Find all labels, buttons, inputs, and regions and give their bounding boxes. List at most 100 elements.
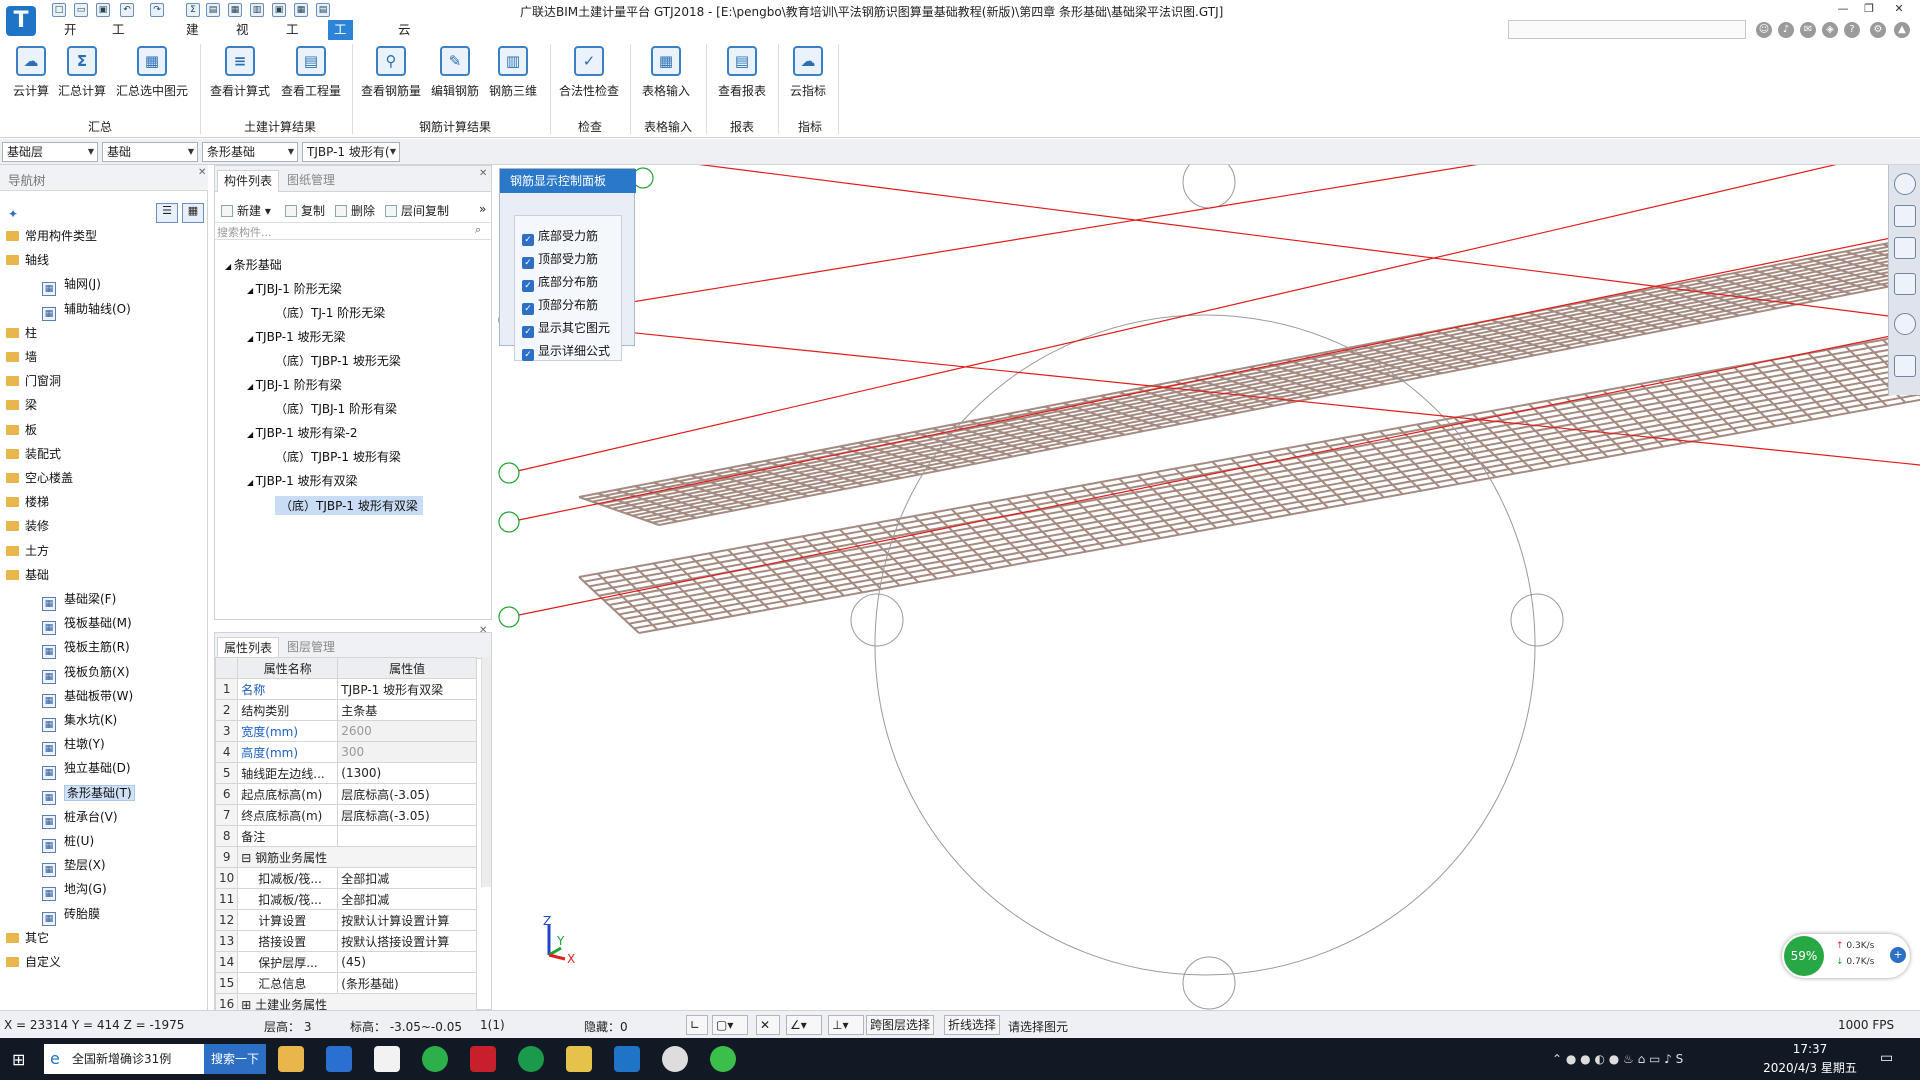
close-icon[interactable]: ✕ (479, 168, 487, 179)
tab-view[interactable]: 视图 (230, 20, 255, 57)
expand-icon[interactable]: ◢ (247, 334, 256, 343)
nav-item[interactable]: ▦ 独立基础(D) (42, 759, 131, 781)
nav-item[interactable]: 楼梯 (6, 493, 49, 510)
delete-button[interactable]: 删除 (335, 202, 375, 219)
nav-item[interactable]: 装修 (6, 517, 49, 534)
table-row[interactable]: 8 备注 (214, 825, 477, 847)
nav-item[interactable]: 常用构件类型 (6, 227, 97, 244)
component-select[interactable]: TJBP-1 坡形有(▼ (302, 142, 400, 162)
nav-item[interactable]: 装配式 (6, 445, 61, 462)
sparkle-icon[interactable]: ✦ (8, 207, 18, 221)
sum-quick-icon[interactable]: Σ (186, 3, 200, 17)
nav-item[interactable]: 土方 (6, 542, 49, 559)
copy-between-floors-button[interactable]: 层间复制 (385, 202, 449, 219)
tab-cloud[interactable]: 云应用 (392, 20, 417, 77)
ortho-icon[interactable]: ∟ (686, 1015, 708, 1035)
search-input[interactable] (1508, 20, 1746, 39)
tab-drawing-manage[interactable]: 图纸管理 (281, 170, 341, 192)
orbit-icon[interactable] (1894, 173, 1916, 195)
component-tree-item[interactable]: （底）TJBP-1 坡形有双梁 (275, 496, 423, 515)
cancel-icon[interactable]: ✕ (756, 1015, 780, 1035)
cross-layer-select-button[interactable]: 跨图层选择 (866, 1015, 935, 1035)
word-icon[interactable] (326, 1046, 352, 1072)
green-app-icon[interactable] (710, 1046, 736, 1072)
nav-item[interactable]: ▦ 基础板带(W) (42, 687, 133, 708)
undo-icon[interactable]: ↶ (120, 3, 134, 17)
tab-start[interactable]: 开始 (58, 20, 83, 57)
component-tree-item[interactable]: ◢ TJBJ-1 阶形有梁 (247, 376, 342, 393)
view-report-button[interactable]: ▤ 查看报表 (712, 44, 772, 104)
grid-quick-icon[interactable]: ▦ (228, 3, 242, 17)
redo-icon[interactable]: ↷ (150, 3, 164, 17)
app-logo[interactable]: T (6, 6, 36, 36)
expand-icon[interactable]: ◢ (247, 382, 256, 391)
browser-search-box[interactable]: e 全国新增确诊31例 (44, 1044, 204, 1074)
cube-icon[interactable] (1894, 273, 1916, 295)
nav-item[interactable]: 基础 (6, 566, 49, 583)
polyline-select-button[interactable]: 折线选择 (944, 1015, 1001, 1035)
settings-icon[interactable]: ⚙ (1870, 22, 1886, 38)
nav-item[interactable]: ▦ 集水坑(K) (42, 711, 117, 732)
tool-icon[interactable] (566, 1046, 592, 1072)
nav-item[interactable]: ▦ 条形基础(T) (42, 784, 135, 805)
table-row[interactable]: 2 结构类别 主条基 (214, 699, 477, 721)
3d-viewport[interactable]: Z Y X (497, 165, 1920, 1010)
nav-item[interactable]: 门窗洞 (6, 372, 61, 389)
cloud-calc-button[interactable]: ☁ 云计算 (8, 44, 54, 104)
table-row[interactable]: 6 起点底标高(m) 层底标高(-3.05) (214, 783, 477, 805)
rebar-panel-title[interactable]: 钢筋显示控制面板 (500, 169, 636, 193)
expand-icon[interactable]: ◢ (247, 478, 256, 487)
plus-icon[interactable]: + (1890, 947, 1906, 963)
nav-item[interactable]: ▦ 垫层(X) (42, 856, 106, 878)
component-tree-item[interactable]: ◢ TJBJ-1 阶形无梁 (247, 280, 342, 297)
nav-item[interactable]: 自定义 (6, 953, 61, 970)
angle-icon[interactable]: ∠▾ (786, 1015, 822, 1035)
layers-icon[interactable] (1894, 355, 1916, 377)
nav-item[interactable]: 梁 (6, 396, 37, 413)
nav-item[interactable]: ▦ 筏板基础(M) (42, 614, 132, 636)
top-main-rebar-checkbox[interactable]: ✓ 顶部受力筋 (522, 250, 598, 269)
close-icon[interactable]: ✕ (198, 167, 206, 178)
tab-properties[interactable]: 属性列表 (217, 637, 280, 659)
offset-icon[interactable]: ⊥▾ (828, 1015, 864, 1035)
file-explorer-icon[interactable] (278, 1046, 304, 1072)
show-formula-checkbox[interactable]: ✓ 显示详细公式 (522, 342, 610, 361)
new-file-icon[interactable]: □ (52, 3, 66, 17)
nav-item[interactable]: 空心楼盖 (6, 469, 73, 486)
table-row[interactable]: 3 宽度(mm) 2600 (214, 720, 477, 742)
grid-view-icon[interactable]: ▦ (182, 203, 204, 223)
gtj-app-icon[interactable] (614, 1046, 640, 1072)
windows-start-icon[interactable]: ⊞ (12, 1050, 25, 1069)
bars-quick-icon[interactable]: ▤ (316, 3, 330, 17)
rebar-3d-button[interactable]: ▥ 钢筋三维 (486, 44, 540, 104)
table-input-button[interactable]: ▦ 表格输入 (636, 44, 696, 104)
top-dist-rebar-checkbox[interactable]: ✓ 顶部分布筋 (522, 296, 598, 315)
system-tray[interactable]: ⌃ ● ● ◐ ● ♨ ⌂ ▭ ♪ S (1552, 1052, 1683, 1066)
nav-item[interactable]: ▦ 筏板负筋(X) (42, 663, 130, 684)
table-row[interactable]: 9 ⊟ 钢筋业务属性 (214, 846, 477, 868)
table-row[interactable]: 10 扣减板/筏... 全部扣减 (214, 867, 477, 889)
close-icon[interactable]: ✕ (479, 625, 487, 636)
expand-icon[interactable]: ◢ (225, 262, 234, 271)
tab-project-settings[interactable]: 工程设置 (106, 20, 131, 97)
tab-component-list[interactable]: 构件列表 (217, 170, 280, 192)
nav-item[interactable]: ▦ 桩承台(V) (42, 808, 118, 829)
component-tree-item[interactable]: （底）TJ-1 阶形无梁 (275, 304, 385, 321)
nav-item[interactable]: ▦ 辅助轴线(O) (42, 300, 131, 321)
new-button[interactable]: 新建 ▾ (221, 202, 271, 219)
expand-icon[interactable]: ◢ (247, 286, 256, 295)
help-icon[interactable]: ? (1844, 22, 1860, 38)
table-row[interactable]: 11 扣减板/筏... 全部扣减 (214, 888, 477, 910)
notification-icon[interactable]: ▭ (1880, 1050, 1893, 1066)
type-select[interactable]: 条形基础 ▼ (202, 142, 298, 162)
scrollbar[interactable] (481, 657, 491, 887)
wechat-icon[interactable] (422, 1046, 448, 1072)
rotate-icon[interactable] (1894, 313, 1916, 335)
view-quantity-button[interactable]: ▤ 查看工程量 (278, 44, 344, 104)
view-2d-icon[interactable] (1894, 205, 1916, 227)
nav-item[interactable]: ▦ 基础梁(F) (42, 590, 116, 611)
nav-item[interactable]: ▦ 地沟(G) (42, 880, 107, 902)
save-icon[interactable]: ▣ (96, 3, 110, 17)
view-rebar-qty-button[interactable]: ⚲ 查看钢筋量 (358, 44, 424, 104)
component-tree-item[interactable]: ◢ TJBP-1 坡形有梁-2 (247, 424, 358, 441)
